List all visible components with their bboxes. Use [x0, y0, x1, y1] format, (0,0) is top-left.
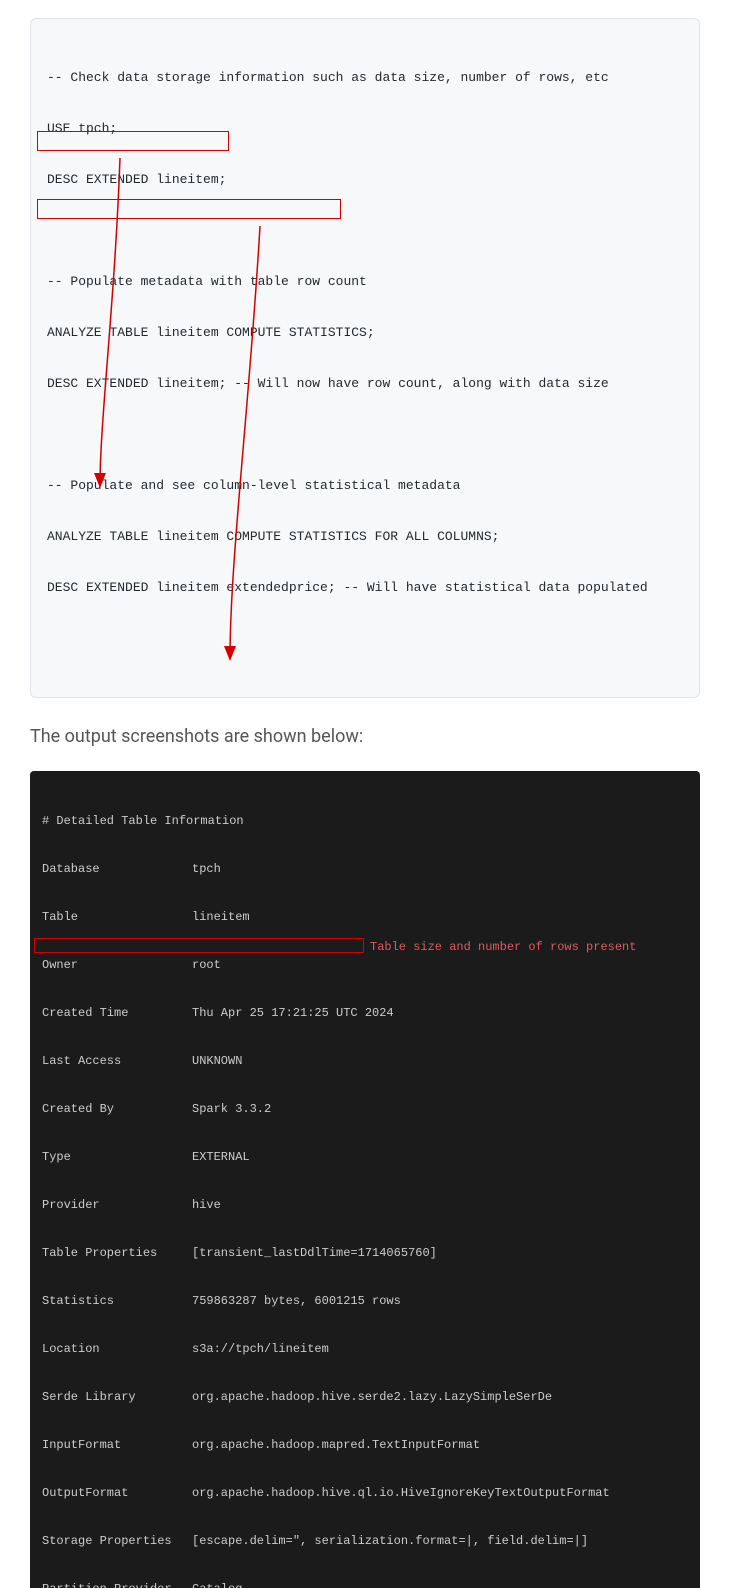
highlight-box-code-2 [37, 199, 341, 219]
highlight-box-statistics [34, 938, 364, 953]
desc-extended-1: DESC EXTENDED lineitem; [47, 376, 226, 391]
code-comment: -- Will now have row count, along with d… [226, 376, 608, 391]
terminal-header: # Detailed Table Information [42, 813, 688, 829]
code-line: DESC EXTENDED lineitem; [47, 171, 683, 188]
code-line: DESC EXTENDED lineitem extendedprice; --… [47, 579, 683, 596]
code-line [47, 426, 683, 443]
annotation-table-size: Table size and number of rows present [370, 939, 636, 955]
output-caption: The output screenshots are shown below: [30, 726, 700, 747]
code-line: -- Populate and see column-level statist… [47, 477, 683, 494]
code-line: ANALYZE TABLE lineitem COMPUTE STATISTIC… [47, 324, 683, 341]
code-line [47, 222, 683, 239]
code-line: DESC EXTENDED lineitem; -- Will now have… [47, 375, 683, 392]
code-line: USE tpch; [47, 120, 683, 137]
desc-extended-2: DESC EXTENDED lineitem extendedprice; [47, 580, 336, 595]
code-line: ANALYZE TABLE lineitem COMPUTE STATISTIC… [47, 528, 683, 545]
code-line: -- Populate metadata with table row coun… [47, 273, 683, 290]
code-line: -- Check data storage information such a… [47, 69, 683, 86]
sql-code-block: -- Check data storage information such a… [30, 18, 700, 698]
terminal-table-metadata: # Detailed Table Information Databasetpc… [30, 771, 700, 1588]
code-comment: -- Will have statistical data populated [336, 580, 648, 595]
